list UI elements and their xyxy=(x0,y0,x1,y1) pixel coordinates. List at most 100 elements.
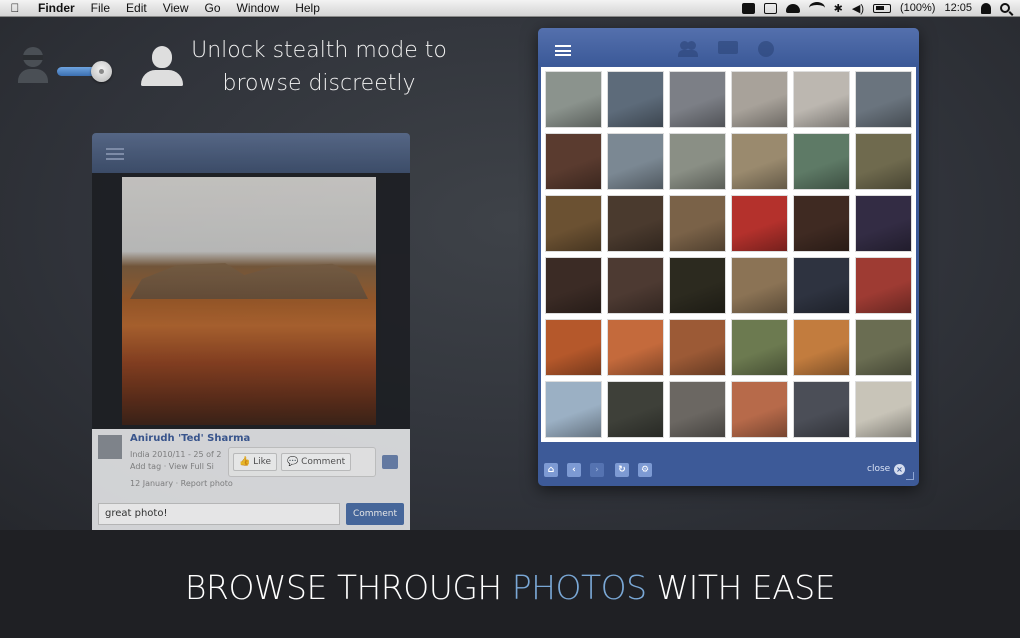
stealth-promo-text: Unlock stealth mode to browse discreetly xyxy=(190,34,448,100)
refresh-icon[interactable]: ↻ xyxy=(615,463,629,477)
stealth-user-icon xyxy=(18,47,48,85)
share-icon[interactable] xyxy=(382,455,398,469)
resize-handle-icon[interactable] xyxy=(906,472,914,480)
photo-thumbnail[interactable] xyxy=(607,319,664,376)
status-area: ✱ ◀) (100%) 12:05 xyxy=(741,2,1020,15)
photo-thumbnail[interactable] xyxy=(607,71,664,128)
menu-help[interactable]: Help xyxy=(287,1,328,15)
faded-menu-icon xyxy=(106,148,124,160)
close-label[interactable]: close xyxy=(867,464,890,474)
poster-name[interactable]: Anirudh 'Ted' Sharma xyxy=(130,433,250,444)
landscape-photo[interactable] xyxy=(122,177,376,425)
post-meta: India 2010/11 - 25 of 2 Add tag · View F… xyxy=(130,449,240,473)
user-icon[interactable] xyxy=(981,2,991,14)
comment-label: Comment xyxy=(301,457,346,467)
photo-thumbnail[interactable] xyxy=(855,71,912,128)
tagline-part2: WITH EASE xyxy=(646,567,836,607)
photo-thumbnail[interactable] xyxy=(855,381,912,438)
photo-thumbnail[interactable] xyxy=(669,133,726,190)
photo-thumbnail[interactable] xyxy=(607,195,664,252)
menu-edit[interactable]: Edit xyxy=(118,1,155,15)
photo-thumbnail[interactable] xyxy=(545,381,602,438)
photo-thumbnail[interactable] xyxy=(855,257,912,314)
like-button[interactable]: 👍 Like xyxy=(233,453,278,471)
messages-icon[interactable] xyxy=(718,41,738,54)
tagline-highlight: PHOTOS xyxy=(511,567,647,607)
photo-thumbnail[interactable] xyxy=(669,319,726,376)
menu-window[interactable]: Window xyxy=(229,1,288,15)
photo-grid-window: ⌂ ‹ › ↻ ⚙ close × xyxy=(538,28,919,486)
apple-menu-icon[interactable]:  xyxy=(0,1,30,15)
photo-thumbnail[interactable] xyxy=(731,195,788,252)
post-meta-line2[interactable]: Add tag · View Full Si xyxy=(130,461,240,473)
photo-thumbnail[interactable] xyxy=(793,195,850,252)
stealth-hat-icon[interactable] xyxy=(785,3,800,13)
photo-thumbnail[interactable] xyxy=(731,381,788,438)
photo-thumbnail[interactable] xyxy=(731,133,788,190)
settings-gear-icon[interactable]: ⚙ xyxy=(638,463,652,477)
photo-thumbnail[interactable] xyxy=(669,71,726,128)
photo-thumbnail[interactable] xyxy=(545,257,602,314)
photo-thumbnail[interactable] xyxy=(793,381,850,438)
window-bottom-bar: ⌂ ‹ › ↻ ⚙ close × xyxy=(538,458,919,480)
hamburger-menu-icon[interactable] xyxy=(555,45,571,56)
photo-thumbnail[interactable] xyxy=(855,133,912,190)
window-toolbar xyxy=(538,28,919,66)
like-label: Like xyxy=(253,457,272,467)
post-date: 12 January · Report photo xyxy=(130,479,233,488)
post-meta-line1: India 2010/11 - 25 of 2 xyxy=(130,450,222,459)
photo-thumbnail[interactable] xyxy=(793,71,850,128)
visible-user-icon xyxy=(141,46,183,86)
volume-icon[interactable]: ◀) xyxy=(852,2,864,15)
home-icon[interactable]: ⌂ xyxy=(544,463,558,477)
stealth-text-line2: browse discreetly xyxy=(222,71,416,96)
menu-view[interactable]: View xyxy=(155,1,197,15)
tagline-part1: BROWSE THROUGH xyxy=(184,567,512,607)
photo-thumbnail[interactable] xyxy=(731,71,788,128)
comment-submit-button[interactable]: Comment xyxy=(346,503,404,525)
stealth-toggle[interactable] xyxy=(57,61,115,82)
app-status-icon[interactable] xyxy=(741,2,755,14)
photo-thumbnail[interactable] xyxy=(669,257,726,314)
forward-icon[interactable]: › xyxy=(590,463,604,477)
avatar[interactable] xyxy=(98,435,122,459)
wifi-icon[interactable] xyxy=(808,2,825,14)
tagline: BROWSE THROUGH PHOTOS WITH EASE xyxy=(184,567,836,607)
photo-thumbnail[interactable] xyxy=(731,257,788,314)
photo-thumbnail[interactable] xyxy=(669,195,726,252)
comment-action-button[interactable]: 💬 Comment xyxy=(281,453,352,471)
photo-thumbnail[interactable] xyxy=(607,133,664,190)
photo-thumbnail[interactable] xyxy=(731,319,788,376)
back-icon[interactable]: ‹ xyxy=(567,463,581,477)
faded-post-info: Anirudh 'Ted' Sharma India 2010/11 - 25 … xyxy=(92,429,410,531)
photo-thumbnail[interactable] xyxy=(545,133,602,190)
spotlight-search-icon[interactable] xyxy=(1000,3,1010,13)
photo-thumbnail[interactable] xyxy=(545,319,602,376)
menu-go[interactable]: Go xyxy=(197,1,229,15)
toggle-knob[interactable] xyxy=(91,61,112,82)
photo-thumbnail[interactable] xyxy=(669,381,726,438)
photo-thumbnail[interactable] xyxy=(793,257,850,314)
photo-thumbnail[interactable] xyxy=(545,71,602,128)
friends-icon[interactable] xyxy=(678,41,698,57)
clock[interactable]: 12:05 xyxy=(944,2,972,14)
close-icon[interactable]: × xyxy=(894,464,905,475)
comment-input[interactable]: great photo! xyxy=(98,503,340,525)
photo-thumbnail[interactable] xyxy=(793,319,850,376)
globe-icon[interactable] xyxy=(758,41,774,57)
photo-thumbnail[interactable] xyxy=(855,195,912,252)
menu-app-name[interactable]: Finder xyxy=(30,1,83,15)
menu-bar:  Finder File Edit View Go Window Help ✱… xyxy=(0,0,1020,17)
bluetooth-icon[interactable]: ✱ xyxy=(834,2,843,15)
battery-icon[interactable] xyxy=(873,3,891,13)
post-actions: 👍 Like 💬 Comment xyxy=(228,447,376,477)
photo-thumbnail[interactable] xyxy=(607,381,664,438)
photo-thumbnail[interactable] xyxy=(545,195,602,252)
photo-thumbnail[interactable] xyxy=(793,133,850,190)
menu-file[interactable]: File xyxy=(83,1,118,15)
notes-icon[interactable] xyxy=(763,2,777,14)
photo-viewer-window-faded: Anirudh 'Ted' Sharma India 2010/11 - 25 … xyxy=(92,133,410,531)
photo-thumbnail[interactable] xyxy=(855,319,912,376)
photo-thumbnail[interactable] xyxy=(607,257,664,314)
comment-row: great photo! Comment xyxy=(98,503,404,525)
